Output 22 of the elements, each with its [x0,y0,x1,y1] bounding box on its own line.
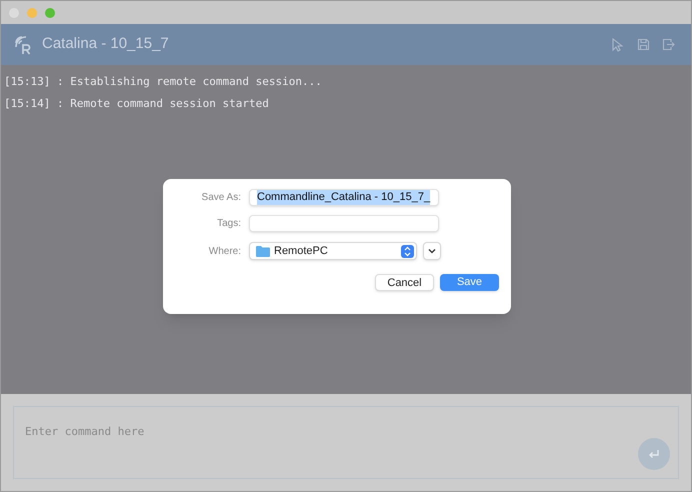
field-label: Save As: [200,191,242,205]
field-value: Commandline_Catalina - 10_15_7_ [257,190,430,205]
log-line: [15:13] : Establishing remote command session... [4,74,323,90]
stepper-icon [401,244,414,258]
pointer-icon[interactable] [611,38,623,52]
folder-icon [256,245,270,257]
text-field[interactable]: Commandline_Catalina - 10_15_7_ [249,189,439,206]
window-title: Catalina - 10_15_7 [42,34,169,54]
expand-button[interactable] [423,242,441,260]
chevron-down-icon [428,248,436,254]
log-line: [15:14] : Remote command session started [4,96,270,112]
location-popup[interactable]: RemotePC [249,242,417,260]
save-icon[interactable] [637,38,650,51]
exit-icon[interactable] [662,38,675,51]
field-label: Where: [208,244,242,258]
location-text: RemotePC [274,244,329,259]
enter-button[interactable] [638,438,670,470]
field-label: Tags: [216,217,242,231]
cancel-button[interactable]: Cancel [375,274,434,291]
return-icon [648,448,660,460]
text-field[interactable] [249,215,439,232]
command-placeholder: Enter command here [25,425,144,438]
